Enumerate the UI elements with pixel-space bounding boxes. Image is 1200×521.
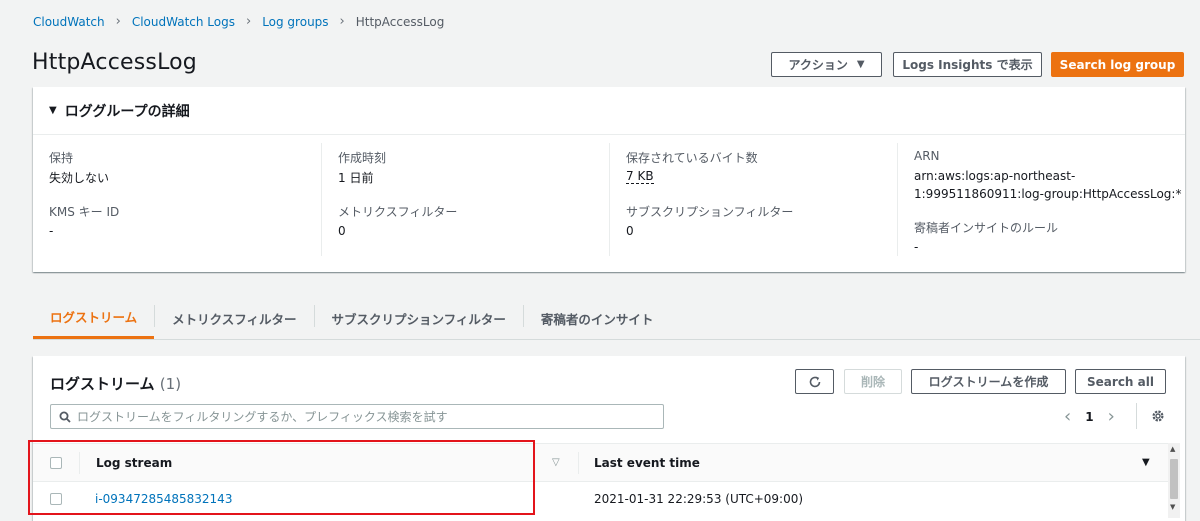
arn-key: ARN — [914, 149, 940, 163]
delete-stream-button[interactable]: 削除 — [844, 369, 902, 394]
tab-contributor-insights[interactable]: 寄稿者のインサイト — [524, 297, 671, 339]
details-column-created: 作成時刻 1 日前 メトリクスフィルター 0 — [322, 143, 609, 256]
details-column-bytes: 保存されているバイト数 7 KB サブスクリプションフィルター 0 — [610, 143, 897, 256]
details-column-arn: ARN arn:aws:logs:ap-northeast- 1:9995118… — [898, 143, 1185, 256]
metric-filter-value: 0 — [338, 224, 346, 238]
delete-stream-label: 削除 — [860, 375, 885, 389]
stored-bytes-value-wrap: 7 KB — [626, 169, 654, 184]
pager-divider — [1136, 403, 1137, 429]
create-log-stream-label: ログストリームを作成 — [928, 375, 1049, 389]
tabs-underline — [33, 339, 1200, 340]
log-stream-filter-input[interactable]: ログストリームをフィルタリングするか、プレフィックス検索を試す — [50, 404, 664, 429]
search-all-button[interactable]: Search all — [1075, 369, 1166, 394]
arn-value-line1: arn:aws:logs:ap-northeast- — [914, 169, 1076, 183]
arn-value-line2: 1:999511860911:log-group:HttpAccessLog:* — [914, 187, 1182, 201]
metric-filter-key: メトリクスフィルター — [338, 205, 458, 219]
sort-descending-icon[interactable]: ▼ — [1142, 457, 1150, 468]
log-group-details-panel: ▼ ロググループの詳細 保持 失効しない KMS キー ID - 作成時刻 1 … — [33, 87, 1185, 272]
contributor-rules-key: 寄稿者インサイトのルール — [914, 221, 1059, 235]
chevron-right-icon: › — [245, 14, 252, 29]
search-log-group-label: Search log group — [1059, 57, 1176, 72]
breadcrumb-cloudwatch-logs[interactable]: CloudWatch Logs — [132, 15, 235, 29]
search-all-label: Search all — [1087, 374, 1154, 389]
current-page-number[interactable]: 1 — [1085, 410, 1093, 424]
create-log-stream-button[interactable]: ログストリームを作成 — [911, 369, 1066, 394]
log-streams-heading: ログストリーム (1) — [50, 373, 181, 394]
breadcrumb: CloudWatch › CloudWatch Logs › Log group… — [33, 14, 444, 29]
retention-value: 失効しない — [49, 171, 110, 185]
chevron-right-icon[interactable]: › — [1108, 406, 1115, 427]
details-panel-title: ロググループの詳細 — [64, 103, 190, 120]
chevron-right-icon: › — [115, 14, 121, 29]
page-title: HttpAccessLog — [32, 50, 197, 75]
logs-insights-button[interactable]: Logs Insights で表示 — [893, 52, 1042, 77]
last-event-time: 2021-01-31 22:29:53 (UTC+09:00) — [594, 492, 804, 506]
refresh-button[interactable] — [795, 369, 834, 394]
details-column-retention: 保持 失効しない KMS キー ID - — [33, 143, 320, 256]
scroll-thumb[interactable] — [1170, 459, 1178, 499]
caret-down-icon: ▼ — [856, 59, 865, 70]
scroll-up-icon[interactable]: ▲ — [1170, 445, 1175, 453]
search-icon — [59, 411, 71, 423]
tab-metric-filters[interactable]: メトリクスフィルター — [155, 297, 313, 339]
annotation-highlight-box — [28, 440, 535, 515]
log-group-tabs: ログストリーム メトリクスフィルター サブスクリプションフィルター 寄稿者のイン… — [33, 297, 670, 339]
actions-dropdown-button[interactable]: アクション ▼ — [771, 52, 882, 77]
column-header-last-event-time[interactable]: Last event time — [594, 456, 700, 470]
breadcrumb-cloudwatch[interactable]: CloudWatch — [33, 15, 105, 29]
logs-insights-label: Logs Insights で表示 — [902, 58, 1033, 72]
gear-icon[interactable] — [1151, 409, 1165, 423]
contributor-rules-value: - — [914, 240, 919, 254]
kms-key: KMS キー ID — [49, 205, 120, 219]
scroll-down-icon[interactable]: ▼ — [1170, 503, 1175, 511]
tab-subscription-filters[interactable]: サブスクリプションフィルター — [315, 297, 523, 339]
breadcrumb-current: HttpAccessLog — [355, 14, 445, 29]
pagination: ‹ 1 › — [1064, 406, 1115, 427]
created-value: 1 日前 — [338, 171, 374, 185]
subscription-filter-value: 0 — [626, 224, 634, 238]
search-log-group-button[interactable]: Search log group — [1051, 52, 1184, 77]
kms-value: - — [49, 224, 54, 238]
vertical-scrollbar[interactable]: ▲ ▼ — [1168, 443, 1180, 518]
created-key: 作成時刻 — [338, 151, 387, 165]
chevron-right-icon: › — [339, 14, 345, 29]
sort-icon[interactable]: ▽ — [552, 457, 560, 468]
log-streams-title: ログストリーム — [50, 375, 155, 393]
column-divider — [578, 452, 579, 474]
tab-log-streams[interactable]: ログストリーム — [33, 297, 155, 339]
caret-down-icon: ▼ — [49, 105, 57, 116]
details-panel-header[interactable]: ▼ ロググループの詳細 — [33, 87, 1185, 135]
log-streams-count: (1) — [159, 375, 182, 393]
actions-label: アクション — [788, 58, 848, 72]
stored-bytes-value[interactable]: 7 KB — [626, 169, 654, 184]
subscription-filter-key: サブスクリプションフィルター — [626, 205, 794, 219]
breadcrumb-log-groups[interactable]: Log groups — [262, 15, 328, 29]
log-stream-filter-placeholder: ログストリームをフィルタリングするか、プレフィックス検索を試す — [77, 410, 448, 424]
retention-key: 保持 — [49, 151, 74, 165]
chevron-left-icon[interactable]: ‹ — [1064, 406, 1071, 427]
refresh-icon — [809, 376, 820, 387]
stored-bytes-key: 保存されているバイト数 — [626, 151, 758, 165]
